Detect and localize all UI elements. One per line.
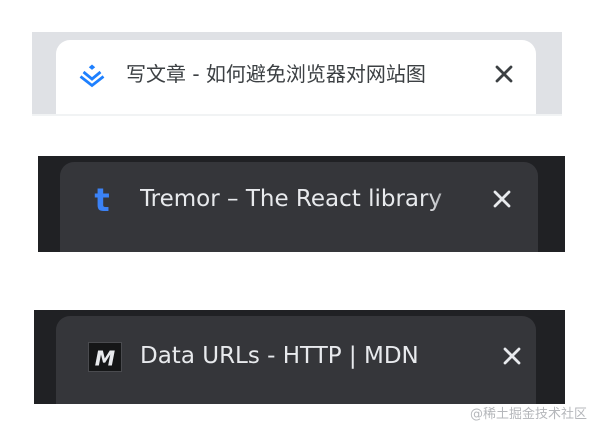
close-icon[interactable] (500, 344, 524, 368)
tremor-icon: t (94, 182, 109, 216)
tab-title: Data URLs - HTTP | MDN (140, 343, 419, 369)
tab-comparison-screenshot: 写文章 - 如何避免浏览器对网站图 t Tremor – The React l… (0, 0, 599, 436)
toolbar-edge (32, 114, 562, 116)
light-tab-strip: 写文章 - 如何避免浏览器对网站图 (32, 32, 562, 116)
juejin-icon (79, 64, 105, 88)
tremor-icon-letter: t (94, 182, 109, 216)
mdn-icon-letter: M (95, 346, 115, 370)
mdn-icon: M (88, 342, 122, 372)
dark-tab-strip-mdn: M Data URLs - HTTP | MDN (34, 310, 565, 404)
dark-tab-strip-tremor: t Tremor – The React library (38, 156, 565, 252)
close-icon[interactable] (492, 62, 516, 86)
tab-title: 写文章 - 如何避免浏览器对网站图 (126, 62, 426, 86)
watermark: @稀土掘金技术社区 (470, 407, 588, 422)
tab-title: Tremor – The React library (140, 186, 443, 212)
close-icon[interactable] (490, 187, 514, 211)
